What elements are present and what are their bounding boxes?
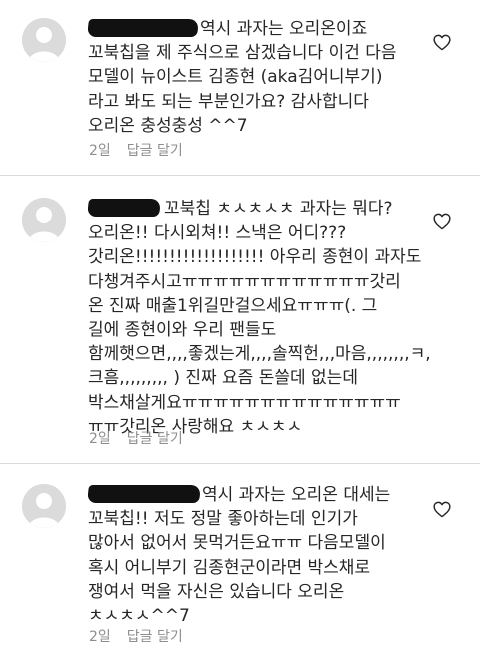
comment-meta: 2일 답글 달기 [89, 626, 199, 646]
comment-meta: 2일 답글 달기 [89, 428, 199, 448]
avatar[interactable] [22, 18, 66, 62]
avatar[interactable] [22, 198, 66, 242]
comment-time: 2일 [89, 431, 111, 447]
redacted-username [87, 485, 201, 503]
default-avatar-icon [22, 198, 66, 242]
comment-line: 다챙겨주시고ㅠㅠㅠㅠㅠㅠㅠㅠㅠㅠㅠㅠ갓리 [88, 271, 401, 292]
comment-meta: 2일 답글 달기 [89, 140, 199, 160]
reply-button[interactable]: 답글 달기 [127, 143, 183, 159]
comment-line: 온 진짜 매출1위길만걸으세요ㅠㅠㅠ(. 그 [88, 295, 378, 316]
heart-outline-icon[interactable] [433, 501, 451, 518]
comment-line: 모델이 뉴이스트 김종현 (aka김어니부기) [88, 67, 383, 88]
redacted-username [87, 199, 161, 217]
comment-text: 꼬북칩 ㅊㅅㅊㅅㅊ 과자는 뭐다? 오리온!! 다시외쳐!! 스낵은 어디???… [87, 197, 431, 439]
comment-line: 혹시 어니부기 김종현군이라면 박스채로 [88, 557, 371, 578]
default-avatar-icon [22, 18, 66, 62]
comment-time: 2일 [89, 143, 111, 159]
comment-line: 쟁여서 먹을 자신은 있습니다 오리온 [88, 581, 345, 602]
comment-line: 많아서 없어서 못먹거든요ㅠㅠ 다음모델이 [88, 533, 386, 554]
divider [0, 463, 480, 464]
divider [0, 175, 480, 176]
comment-text: 역시 과자는 오리온 대세는 꼬북칩!! 저도 정말 좋아하는데 인기가 많아서… [87, 483, 424, 628]
redacted-username [87, 19, 199, 37]
comment-line: 꼬북칩 ㅊㅅㅊㅅㅊ 과자는 뭐다? [87, 197, 424, 221]
default-avatar-icon [22, 484, 66, 528]
comment-line: 오리온 충성충성 ^^7 [88, 115, 248, 136]
comment-line: 역시 과자는 오리온 대세는 [87, 483, 424, 507]
comment-line: 역시 과자는 오리온이죠 [87, 17, 424, 41]
comment-line: 함께햇으면,,,,좋겠는게,,,,솔찍헌,,,마음,,,,,,,,ㅋ, [88, 344, 431, 365]
comment-text: 역시 과자는 오리온이죠 꼬북칩을 제 주식으로 삼겠습니다 이건 다음 모델이… [87, 17, 424, 138]
comment-line: 라고 봐도 되는 부분인가요? 감사합니다 [88, 91, 369, 112]
comment-line: 꼬북칩!! 저도 정말 좋아하는데 인기가 [88, 509, 358, 530]
comment-line: 갓리온!!!!!!!!!!!!!!!!!!! 아우리 종현이 과자도 [88, 247, 422, 268]
comment-line: 길에 종현이와 우리 팬들도 [88, 320, 277, 341]
comment-line: ㅊㅅㅊㅅ^^7 [88, 606, 190, 627]
comment-line: 꼬북칩을 제 주식으로 삼겠습니다 이건 다음 [88, 43, 397, 64]
avatar[interactable] [22, 484, 66, 528]
comment-line: 크흠,,,,,,,,, ) 진짜 요즘 돈쓸데 없는데 [88, 368, 358, 389]
heart-outline-icon[interactable] [433, 34, 451, 51]
comment-time: 2일 [89, 629, 111, 645]
comment-line: 박스채살게요ㅠㅠㅠㅠㅠㅠㅠㅠㅠㅠㅠㅠㅠㅠ [88, 392, 401, 413]
comment-line: 오리온!! 다시외쳐!! 스낵은 어디??? [88, 223, 347, 244]
heart-outline-icon[interactable] [433, 213, 451, 230]
reply-button[interactable]: 답글 달기 [127, 629, 183, 645]
reply-button[interactable]: 답글 달기 [127, 431, 183, 447]
